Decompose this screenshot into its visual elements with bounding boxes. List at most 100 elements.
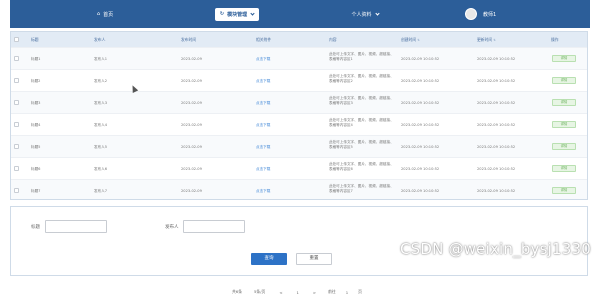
refresh-icon: ↻ — [219, 11, 225, 17]
sort-icon[interactable]: ⇅ — [417, 33, 420, 48]
prev-page-button[interactable]: < — [277, 290, 284, 295]
data-table: 标题 发布人 发布时间 相关附件 内容 创建时间⇅ 更新时间⇅ 操作 标题1 发布… — [10, 31, 588, 200]
nav-module-manage[interactable]: ↻ 模块管理 — [192, 0, 282, 28]
nav-home-label: 首页 — [103, 11, 114, 18]
cell-content: 此处可上传文字、图片、视频、超链接、表格等内容区1 — [329, 52, 394, 62]
row-checkbox[interactable] — [14, 122, 19, 127]
pagination: 共6条 5条/页 < 1 > 前往 1 页 — [232, 287, 362, 297]
cell-updated: 2023-02-09 10:10:52 — [477, 167, 516, 171]
cell-created: 2023-02-09 10:10:52 — [401, 167, 440, 171]
cell-title: 标题3 — [31, 101, 41, 105]
cell-created: 2023-02-09 10:10:52 — [401, 123, 440, 127]
row-checkbox[interactable] — [14, 56, 19, 61]
download-link[interactable]: 点击下载 — [256, 57, 270, 62]
row-checkbox[interactable] — [14, 188, 19, 193]
avatar[interactable] — [465, 8, 477, 20]
cell-content: 此处可上传文字、图片、视频、超链接、表格等内容区5 — [329, 140, 394, 150]
top-navbar: ⌂ 首页 ↻ 模块管理 个人资料 教师1 — [10, 0, 590, 28]
detail-button[interactable]: 详情 — [552, 187, 576, 194]
cell-publisher: 发布人2 — [94, 79, 108, 83]
col-title[interactable]: 标题 — [31, 32, 39, 47]
col-updated[interactable]: 更新时间⇅ — [477, 32, 496, 47]
cell-publish-date: 2023-02-09 — [181, 57, 202, 61]
nav-home[interactable]: ⌂ 首页 — [65, 0, 145, 28]
nav-module-manage-label: 模块管理 — [227, 11, 248, 18]
cell-publisher: 发布人1 — [94, 57, 108, 61]
cell-publish-date: 2023-02-09 — [181, 167, 202, 171]
col-publisher[interactable]: 发布人 — [94, 32, 105, 47]
reset-button[interactable]: 重置 — [296, 253, 332, 265]
cell-title: 标题6 — [31, 167, 41, 171]
col-attachment[interactable]: 相关附件 — [256, 32, 271, 47]
detail-button[interactable]: 详情 — [552, 55, 576, 62]
download-link[interactable]: 点击下载 — [256, 101, 270, 106]
chevron-down-icon — [374, 10, 380, 16]
cell-updated: 2023-02-09 10:10:52 — [477, 101, 516, 105]
publisher-search-label: 发布人 — [165, 225, 179, 230]
detail-button[interactable]: 详情 — [552, 165, 576, 172]
pagination-total: 共6条 — [232, 289, 243, 294]
cell-publisher: 发布人7 — [94, 189, 108, 193]
table-row: 标题7 发布人7 2023-02-09 点击下载 此处可上传文字、图片、视频、超链接、表… — [11, 179, 587, 199]
table-row: 标题6 发布人6 2023-02-09 点击下载 此处可上传文字、图片、视频、超链接、表… — [11, 157, 587, 179]
row-checkbox[interactable] — [14, 166, 19, 171]
col-created[interactable]: 创建时间⇅ — [401, 32, 420, 47]
download-link[interactable]: 点击下载 — [256, 167, 270, 172]
cell-title: 标题5 — [31, 145, 41, 149]
cell-created: 2023-02-09 10:10:52 — [401, 145, 440, 149]
cell-updated: 2023-02-09 10:10:52 — [477, 145, 516, 149]
page-size-select[interactable]: 5条/页 — [252, 289, 267, 295]
goto-page-input[interactable]: 1 — [346, 290, 348, 295]
cell-created: 2023-02-09 10:10:52 — [401, 57, 440, 61]
cell-publisher: 发布人4 — [94, 123, 108, 127]
title-search-input[interactable] — [45, 220, 107, 233]
download-link[interactable]: 点击下载 — [256, 189, 270, 194]
query-button[interactable]: 查询 — [251, 253, 287, 265]
chevron-down-icon — [250, 10, 255, 16]
next-page-button[interactable]: > — [311, 290, 318, 295]
table-header: 标题 发布人 发布时间 相关附件 内容 创建时间⇅ 更新时间⇅ 操作 — [11, 32, 587, 47]
cell-updated: 2023-02-09 10:10:52 — [477, 79, 516, 83]
cell-publisher: 发布人5 — [94, 145, 108, 149]
cell-publisher: 发布人6 — [94, 167, 108, 171]
row-checkbox[interactable] — [14, 100, 19, 105]
user-name: 教师1 — [483, 11, 497, 18]
detail-button[interactable]: 详情 — [552, 143, 576, 150]
cell-publisher: 发布人3 — [94, 101, 108, 105]
cell-created: 2023-02-09 10:10:52 — [401, 189, 440, 193]
home-icon: ⌂ — [96, 11, 101, 17]
table-row: 标题5 发布人5 2023-02-09 点击下载 此处可上传文字、图片、视频、超链接、表… — [11, 135, 587, 157]
table-row: 标题1 发布人1 2023-02-09 点击下载 此处可上传文字、图片、视频、超链接、表… — [11, 47, 587, 69]
row-checkbox[interactable] — [14, 144, 19, 149]
col-content[interactable]: 内容 — [329, 32, 337, 47]
table-row: 标题2 发布人2 2023-02-09 点击下载 此处可上传文字、图片、视频、超链接、表… — [11, 69, 587, 91]
table-row: 标题4 发布人4 2023-02-09 点击下载 此处可上传文字、图片、视频、超链接、表… — [11, 113, 587, 135]
cell-content: 此处可上传文字、图片、视频、超链接、表格等内容区3 — [329, 96, 394, 106]
sort-icon[interactable]: ⇅ — [493, 33, 496, 48]
select-all-checkbox[interactable] — [14, 37, 19, 42]
cell-updated: 2023-02-09 10:10:52 — [477, 189, 516, 193]
col-action: 操作 — [551, 37, 559, 42]
detail-button[interactable]: 详情 — [552, 99, 576, 106]
nav-module-manage-pill[interactable]: ↻ 模块管理 — [214, 7, 260, 21]
cell-publish-date: 2023-02-09 — [181, 79, 202, 83]
page-number[interactable]: 1 — [295, 290, 301, 295]
detail-button[interactable]: 详情 — [552, 77, 576, 84]
col-publish-date[interactable]: 发布时间 — [181, 32, 196, 47]
nav-user-menu[interactable]: 教师1 — [465, 0, 525, 28]
watermark: CSDN @weixin_bysj1330 — [399, 240, 591, 258]
col-updated-label: 更新时间 — [477, 37, 493, 42]
publisher-search-input[interactable] — [183, 220, 245, 233]
cell-publish-date: 2023-02-09 — [181, 101, 202, 105]
detail-button[interactable]: 详情 — [552, 121, 576, 128]
cell-title: 标题2 — [31, 79, 41, 83]
download-link[interactable]: 点击下载 — [256, 123, 270, 128]
nav-personal-info[interactable]: 个人资料 — [320, 0, 410, 28]
cell-publish-date: 2023-02-09 — [181, 189, 202, 193]
row-checkbox[interactable] — [14, 78, 19, 83]
nav-personal-label: 个人资料 — [351, 11, 372, 18]
col-created-label: 创建时间 — [401, 37, 417, 42]
download-link[interactable]: 点击下载 — [256, 145, 270, 150]
download-link[interactable]: 点击下载 — [256, 79, 270, 84]
cell-updated: 2023-02-09 10:10:52 — [477, 123, 516, 127]
